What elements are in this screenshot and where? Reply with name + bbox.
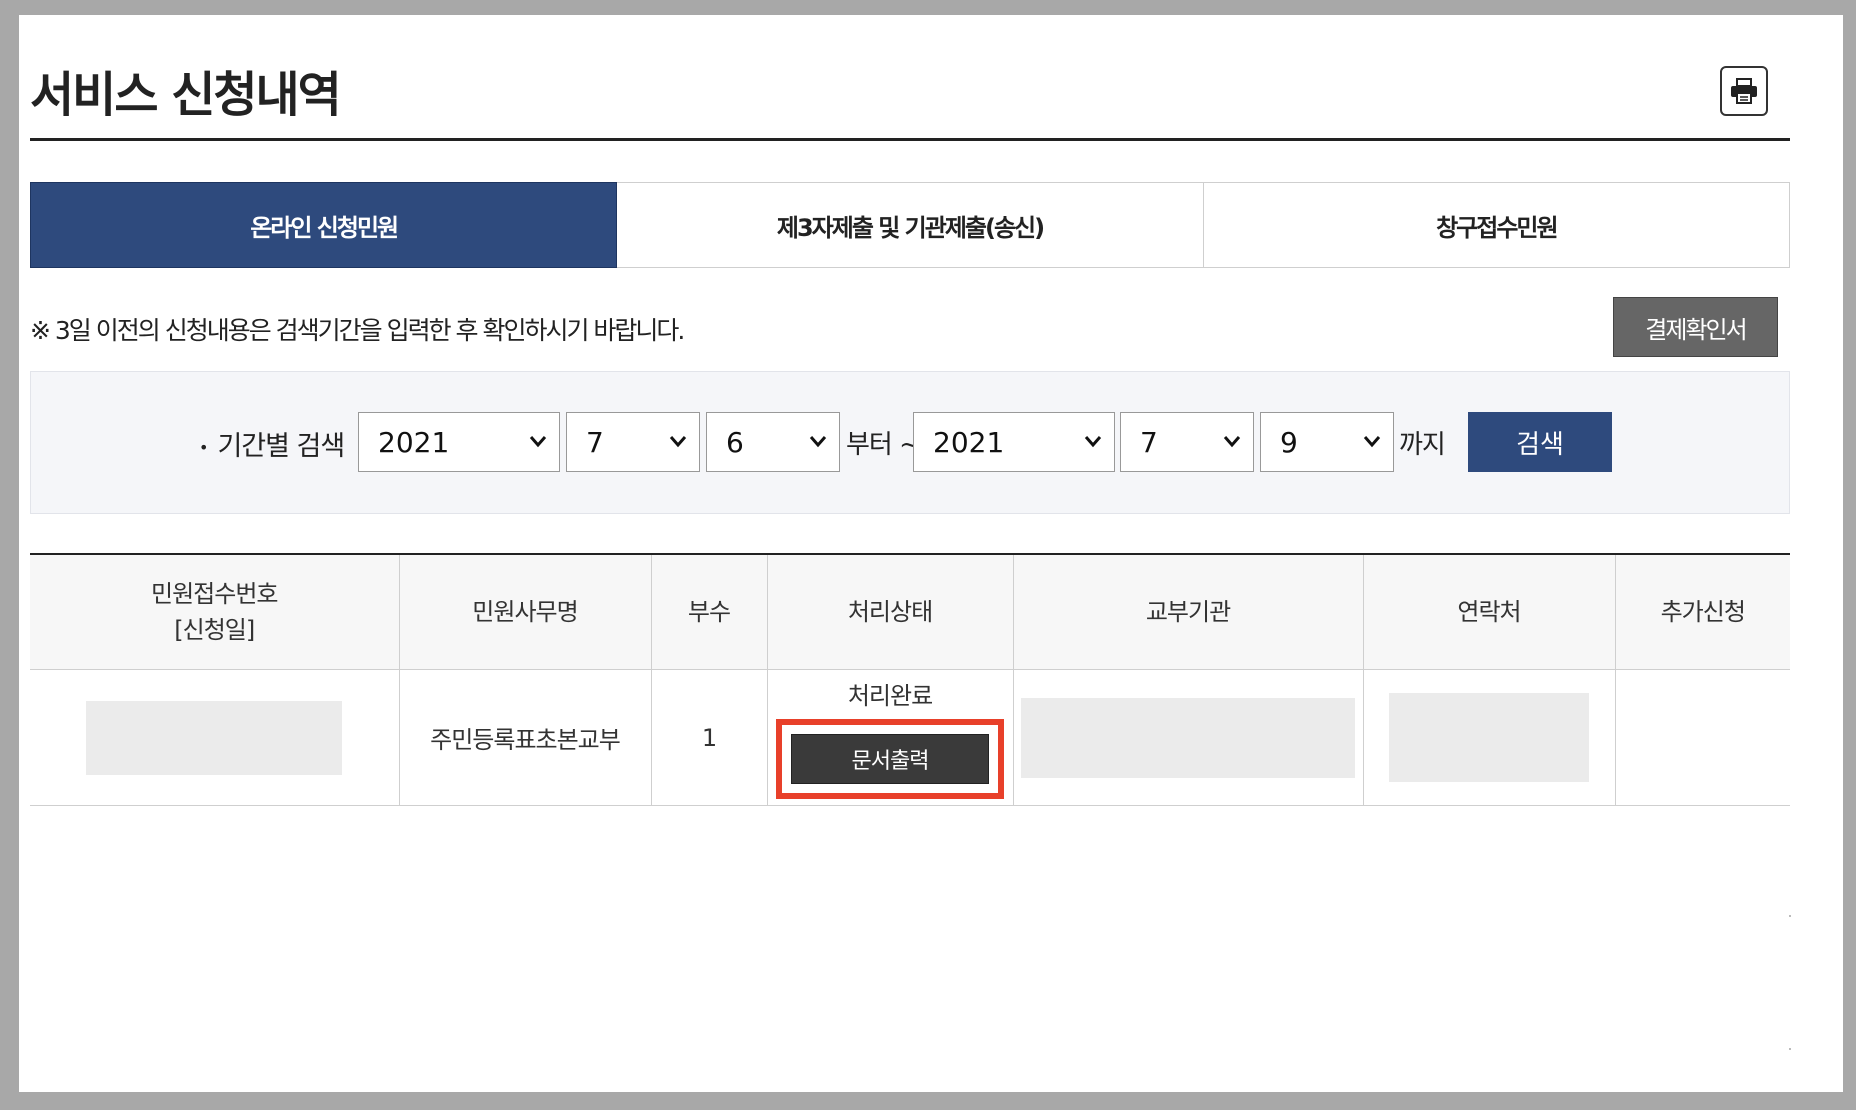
redacted-agency xyxy=(1021,697,1355,778)
to-suffix-text: 까지 xyxy=(1399,430,1446,460)
from-year-select[interactable]: 2021 xyxy=(358,412,560,472)
tab-bar: 온라인 신청민원 제3자제출 및 기관제출(송신) 창구접수민원 xyxy=(30,182,1790,268)
from-month-select[interactable]: 7 xyxy=(566,412,700,472)
to-day-value: 9 xyxy=(1280,425,1298,459)
chevron-down-icon xyxy=(1084,436,1102,448)
from-day-select[interactable]: 6 xyxy=(706,412,840,472)
search-label: • 기간별 검색 xyxy=(199,424,345,463)
header-copies: 부수 xyxy=(650,554,767,670)
payment-receipt-button[interactable]: 결제확인서 xyxy=(1613,297,1778,357)
notice-text: ※ 3일 이전의 신청내용은 검색기간을 입력한 후 확인하시기 바랍니다. xyxy=(30,316,685,345)
chevron-down-icon xyxy=(669,436,687,448)
header-contact: 연락처 xyxy=(1362,554,1615,670)
header-receipt-number: 민원접수번호 [신청일] xyxy=(30,554,399,670)
header-service-name: 민원사무명 xyxy=(398,554,651,670)
from-year-value: 2021 xyxy=(378,425,450,459)
service-name-cell: 주민등록표초본교부 xyxy=(398,669,651,806)
to-month-value: 7 xyxy=(1140,425,1158,459)
document-print-button[interactable]: 문서출력 xyxy=(791,734,989,784)
tab-online-applications[interactable]: 온라인 신청민원 xyxy=(30,182,618,268)
chevron-down-icon xyxy=(529,436,547,448)
print-button[interactable] xyxy=(1720,66,1768,116)
from-day-value: 6 xyxy=(726,425,744,459)
stray-dot xyxy=(1789,915,1791,917)
contact-cell xyxy=(1362,669,1615,806)
table-header-row: 민원접수번호 [신청일] 민원사무명 부수 처리상태 교부기관 연락처 추가신청 xyxy=(30,554,1790,670)
chevron-down-icon xyxy=(809,436,827,448)
table-row: 주민등록표초본교부 1 처리완료 문서출력 xyxy=(30,669,1790,806)
chevron-down-icon xyxy=(1363,436,1381,448)
page-title: 서비스 신청내역 xyxy=(30,67,342,123)
status-cell: 처리완료 문서출력 xyxy=(766,669,1013,806)
search-label-text: 기간별 검색 xyxy=(217,431,345,462)
to-month-select[interactable]: 7 xyxy=(1120,412,1254,472)
status-text: 처리완료 xyxy=(847,682,933,710)
bullet-icon: • xyxy=(199,438,208,457)
from-suffix-text: 부터 ~ xyxy=(846,430,921,460)
title-divider xyxy=(30,138,1790,141)
stray-dot xyxy=(1789,1048,1791,1050)
to-year-select[interactable]: 2021 xyxy=(913,412,1115,472)
tab-third-party-submission[interactable]: 제3자제출 및 기관제출(송신) xyxy=(617,182,1204,268)
header-status: 처리상태 xyxy=(766,554,1013,670)
applications-table: 민원접수번호 [신청일] 민원사무명 부수 처리상태 교부기관 연락처 추가신청 … xyxy=(30,553,1790,806)
issuing-agency-cell xyxy=(1012,669,1363,806)
search-button[interactable]: 검색 xyxy=(1468,412,1612,472)
highlight-frame: 문서출력 xyxy=(776,719,1004,799)
additional-request-cell xyxy=(1614,669,1790,806)
search-panel: • 기간별 검색 2021 7 6 부터 ~ 2021 7 9 까지 검색 xyxy=(30,371,1790,514)
header-additional-request: 추가신청 xyxy=(1614,554,1790,670)
page-sheet: 서비스 신청내역 온라인 신청민원 제3자제출 및 기관제출(송신) 창구접수민… xyxy=(19,15,1843,1092)
from-month-value: 7 xyxy=(586,425,604,459)
tab-counter-applications[interactable]: 창구접수민원 xyxy=(1203,182,1790,268)
chevron-down-icon xyxy=(1223,436,1241,448)
printer-icon xyxy=(1731,78,1757,104)
receipt-number-cell xyxy=(30,669,399,806)
copies-cell: 1 xyxy=(650,669,767,806)
redacted-receipt-number xyxy=(86,700,343,775)
to-year-value: 2021 xyxy=(933,425,1005,459)
to-day-select[interactable]: 9 xyxy=(1260,412,1394,472)
redacted-contact xyxy=(1389,693,1589,782)
header-issuing-agency: 교부기관 xyxy=(1012,554,1363,670)
